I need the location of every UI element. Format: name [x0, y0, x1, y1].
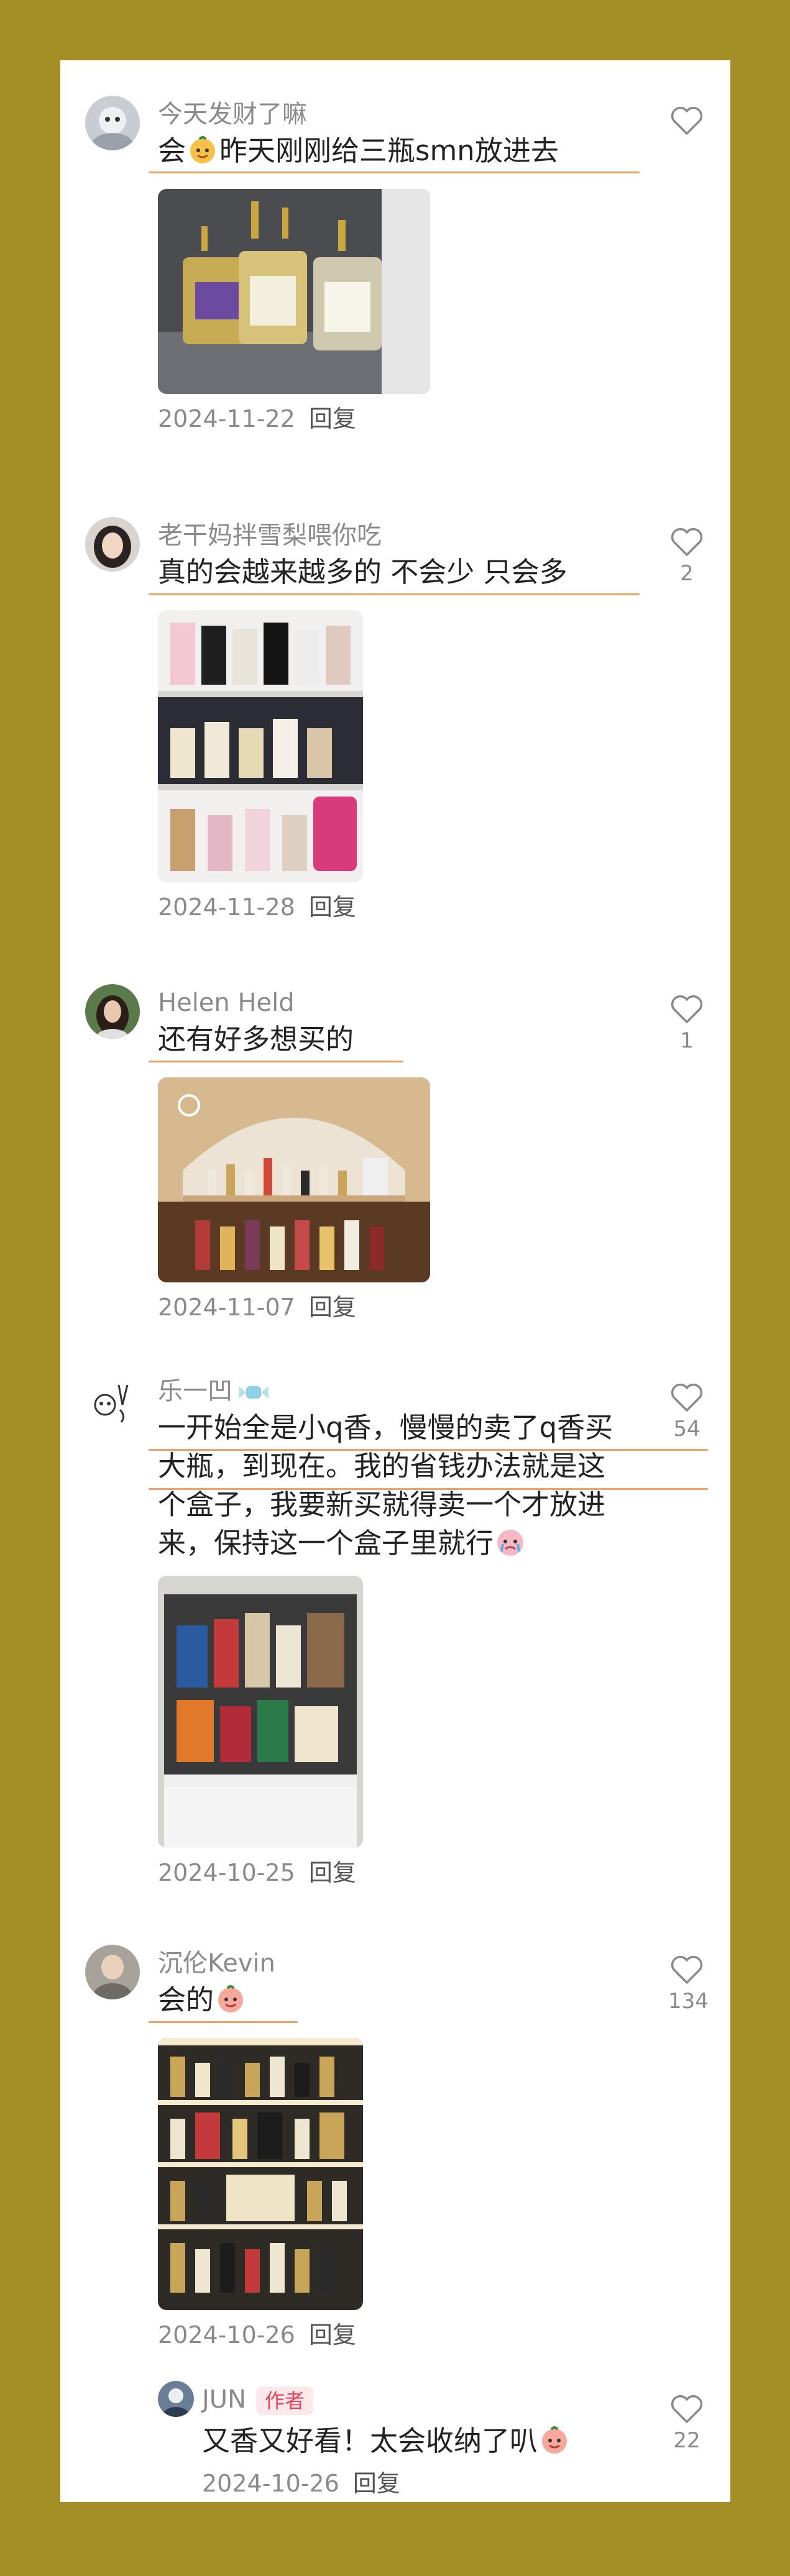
text-underline	[149, 593, 640, 595]
comment-date: 2024-10-26	[158, 2321, 295, 2349]
comment-date: 2024-10-25	[158, 1859, 295, 1886]
comment-meta: 2024-10-26 回复	[202, 2468, 400, 2499]
comment-text: 还有好多想买的	[158, 1023, 354, 1056]
like-button[interactable]: 22	[668, 2393, 705, 2453]
username[interactable]: 今天发财了嘛	[158, 96, 307, 133]
perfume-box-photo[interactable]	[158, 1576, 363, 1848]
like-count: 22	[673, 2428, 700, 2453]
heart-icon	[671, 528, 703, 556]
like-button[interactable]: 2	[668, 526, 705, 586]
comment-meta: 2024-11-22 回复	[158, 403, 356, 434]
like-count: 134	[668, 1989, 709, 2014]
perfume-bottles-photo[interactable]	[158, 189, 430, 394]
comment-meta: 2024-11-07 回复	[158, 1292, 356, 1323]
avatar[interactable]	[85, 984, 140, 1039]
avatar[interactable]	[85, 1372, 140, 1427]
comment-date: 2024-10-26	[202, 2470, 339, 2497]
like-button[interactable]: 54	[668, 1382, 705, 1441]
text-underline	[149, 2021, 298, 2023]
like-button[interactable]: 134	[668, 1954, 709, 2014]
heart-icon	[671, 1955, 703, 1984]
comments-card: 今天发财了嘛 会昨天刚刚给三瓶smn放进去 2024-11-22 回复 老干妈拌…	[60, 60, 730, 2502]
like-count: 1	[680, 1028, 694, 1053]
heart-icon	[671, 2395, 703, 2423]
text-underline	[149, 171, 640, 173]
avatar[interactable]	[85, 1945, 140, 1999]
comment-text: 会的	[158, 1981, 643, 2019]
like-count: 2	[680, 561, 694, 586]
avatar[interactable]	[85, 96, 140, 150]
text-underline	[149, 1449, 708, 1451]
username[interactable]: Helen Held	[158, 984, 295, 1021]
reply-button[interactable]: 回复	[309, 405, 356, 432]
reply-button[interactable]: 回复	[309, 893, 356, 921]
author-badge: 作者	[256, 2386, 314, 2415]
comment-meta: 2024-11-28 回复	[158, 892, 356, 923]
heart-icon	[671, 1383, 703, 1412]
username[interactable]: 老干妈拌雪梨喂你吃	[158, 517, 382, 554]
reply-button[interactable]: 回复	[309, 1859, 356, 1886]
comment-date: 2024-11-22	[158, 405, 295, 432]
peach-face-emoji	[542, 2426, 567, 2454]
like-count	[668, 140, 705, 165]
text-underline	[149, 1488, 708, 1490]
text-underline	[149, 1061, 403, 1062]
username[interactable]: 沉伦Kevin	[158, 1945, 275, 1982]
candy-icon	[239, 1386, 269, 1399]
comment-text: 会昨天刚刚给三瓶smn放进去	[158, 134, 559, 167]
reply-button[interactable]: 回复	[309, 2321, 356, 2349]
heart-icon	[671, 106, 703, 135]
perfume-shelf-photo[interactable]	[158, 610, 363, 882]
like-button[interactable]	[668, 105, 705, 165]
crying-face-emoji	[497, 1530, 524, 1556]
lit-perfume-cabinet-photo[interactable]	[158, 2038, 363, 2310]
comment-text: 一开始全是小q香，慢慢的卖了q香买 大瓶，到现在。我的省钱办法就是这 个盒子，我…	[158, 1411, 613, 1560]
comment-date: 2024-11-28	[158, 893, 295, 921]
reply-text: 又香又好看！太会收纳了叭	[202, 2422, 687, 2460]
peach-face-emoji	[190, 136, 216, 163]
like-button[interactable]: 1	[668, 993, 705, 1053]
reply-button[interactable]: 回复	[309, 1294, 356, 1321]
arched-perfume-cabinet-photo[interactable]	[158, 1077, 430, 1282]
avatar[interactable]	[85, 517, 140, 572]
comment-meta: 2024-10-26 回复	[158, 2319, 356, 2350]
username[interactable]: JUN 作者	[202, 2381, 314, 2418]
username[interactable]: 乐一凹	[158, 1372, 270, 1410]
peach-face-emoji	[218, 1985, 244, 2012]
like-count: 54	[673, 1417, 700, 1441]
comment-text: 真的会越来越多的 不会少 只会多	[158, 555, 567, 588]
comment-meta: 2024-10-25 回复	[158, 1857, 356, 1888]
avatar[interactable]	[158, 2381, 194, 2417]
reply-button[interactable]: 回复	[353, 2470, 400, 2497]
comment-date: 2024-11-07	[158, 1294, 295, 1321]
heart-icon	[671, 995, 703, 1023]
